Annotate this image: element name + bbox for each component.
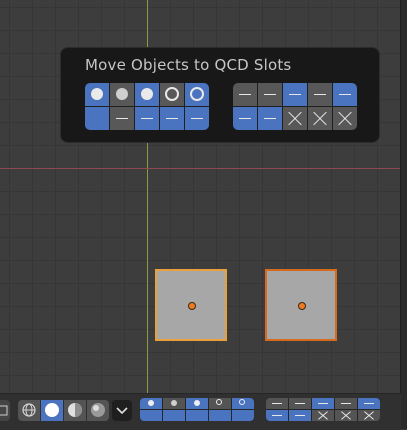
slot-empty-dash-icon <box>289 94 301 95</box>
x-axis-line <box>0 168 401 169</box>
qcd-header-slot-16[interactable] <box>266 410 288 421</box>
qcd-slot-2[interactable] <box>110 83 134 106</box>
qcd-header-slots-group-1 <box>140 398 254 421</box>
slot-empty-dash-icon <box>264 94 276 95</box>
slot-empty-dash-icon <box>272 415 282 416</box>
qcd-slots-group-1 <box>85 83 209 130</box>
slot-selected-ring-icon <box>239 399 245 405</box>
qcd-header-slot-8[interactable] <box>312 398 334 409</box>
shading-material-button[interactable] <box>64 400 86 421</box>
slot-selected-ring-icon <box>216 399 222 405</box>
wireframe-sphere-icon <box>22 403 36 417</box>
qcd-slot-15[interactable] <box>185 107 209 130</box>
qcd-header-slots-group-2 <box>266 398 380 421</box>
qcd-header-slot-6[interactable] <box>266 398 288 409</box>
slot-empty-dash-icon <box>141 118 153 119</box>
qcd-slot-11[interactable] <box>85 107 109 130</box>
slot-empty-dash-icon <box>295 403 305 404</box>
qcd-slot-1[interactable] <box>85 83 109 106</box>
qcd-header-slot-9[interactable] <box>335 398 357 409</box>
qcd-slot-4[interactable] <box>160 83 184 106</box>
qcd-slot-6[interactable] <box>233 83 257 106</box>
slot-empty-dash-icon <box>116 118 128 119</box>
qcd-header-slot-18[interactable] <box>312 410 334 421</box>
qcd-slot-8[interactable] <box>283 83 307 106</box>
slot-selected-ring-icon <box>165 87 179 101</box>
shading-wireframe-button[interactable] <box>18 400 40 421</box>
overlay-toggle-button[interactable] <box>0 400 10 421</box>
qcd-header-slot-4[interactable] <box>209 398 231 409</box>
slot-empty-dash-icon <box>341 403 351 404</box>
shading-solid-button[interactable] <box>41 400 63 421</box>
qcd-slot-16[interactable] <box>233 107 257 130</box>
qcd-slot-18[interactable] <box>283 107 307 130</box>
qcd-slot-7[interactable] <box>258 83 282 106</box>
qcd-slot-20[interactable] <box>333 107 357 130</box>
qcd-slot-14[interactable] <box>160 107 184 130</box>
slot-selected-ring-icon <box>190 87 204 101</box>
qcd-slot-17[interactable] <box>258 107 282 130</box>
qcd-header-slot-1[interactable] <box>140 398 162 409</box>
qcd-header-slot-7[interactable] <box>289 398 311 409</box>
slot-has-objects-icon <box>171 400 177 406</box>
qcd-slot-10[interactable] <box>333 83 357 106</box>
slot-empty-dash-icon <box>318 403 328 404</box>
slot-empty-dash-icon <box>314 94 326 95</box>
slot-has-objects-icon <box>148 400 154 406</box>
overlay-icon <box>0 405 8 416</box>
slot-has-objects-icon <box>194 400 200 406</box>
qcd-slot-19[interactable] <box>308 107 332 130</box>
slot-empty-dash-icon <box>239 118 251 119</box>
slot-empty-dash-icon <box>272 403 282 404</box>
qcd-header-slot-10[interactable] <box>358 398 380 409</box>
qcd-header-slot-3[interactable] <box>186 398 208 409</box>
object-origin-point <box>298 302 306 310</box>
shading-rendered-button[interactable] <box>87 400 109 421</box>
slot-empty-dash-icon <box>364 403 374 404</box>
qcd-header-slot-14[interactable] <box>209 410 231 421</box>
slot-empty-dash-icon <box>295 415 305 416</box>
solid-sphere-icon <box>45 403 59 417</box>
object-origin-point <box>188 302 196 310</box>
material-sphere-icon <box>68 403 82 417</box>
qcd-move-popup: Move Objects to QCD Slots <box>60 47 380 143</box>
region-edge[interactable] <box>400 0 407 429</box>
selected-object[interactable] <box>155 269 227 341</box>
qcd-header-slot-20[interactable] <box>358 410 380 421</box>
qcd-slot-13[interactable] <box>135 107 159 130</box>
qcd-header-slot-13[interactable] <box>186 410 208 421</box>
slot-empty-dash-icon <box>166 118 178 119</box>
qcd-header-slot-11[interactable] <box>140 410 162 421</box>
slot-empty-dash-icon <box>264 118 276 119</box>
qcd-header-slot-15[interactable] <box>232 410 254 421</box>
slot-empty-dash-icon <box>339 94 351 95</box>
slot-empty-dash-icon <box>191 118 203 119</box>
slot-has-objects-icon <box>141 88 153 100</box>
chevron-down-icon <box>116 407 128 415</box>
qcd-header-slot-12[interactable] <box>163 410 185 421</box>
qcd-header-slot-5[interactable] <box>232 398 254 409</box>
slot-has-objects-icon <box>116 88 128 100</box>
qcd-slot-12[interactable] <box>110 107 134 130</box>
active-object[interactable] <box>265 269 337 341</box>
rendered-sphere-icon <box>91 403 105 417</box>
slot-empty-dash-icon <box>239 94 251 95</box>
qcd-header-slot-2[interactable] <box>163 398 185 409</box>
qcd-slot-3[interactable] <box>135 83 159 106</box>
qcd-slots-group-2 <box>233 83 357 130</box>
slot-has-objects-icon <box>91 88 103 100</box>
qcd-header-slot-17[interactable] <box>289 410 311 421</box>
qcd-slot-9[interactable] <box>308 83 332 106</box>
qcd-header-slot-19[interactable] <box>335 410 357 421</box>
qcd-slot-5[interactable] <box>185 83 209 106</box>
shading-options-dropdown[interactable] <box>112 400 132 421</box>
popup-title: Move Objects to QCD Slots <box>85 56 292 74</box>
